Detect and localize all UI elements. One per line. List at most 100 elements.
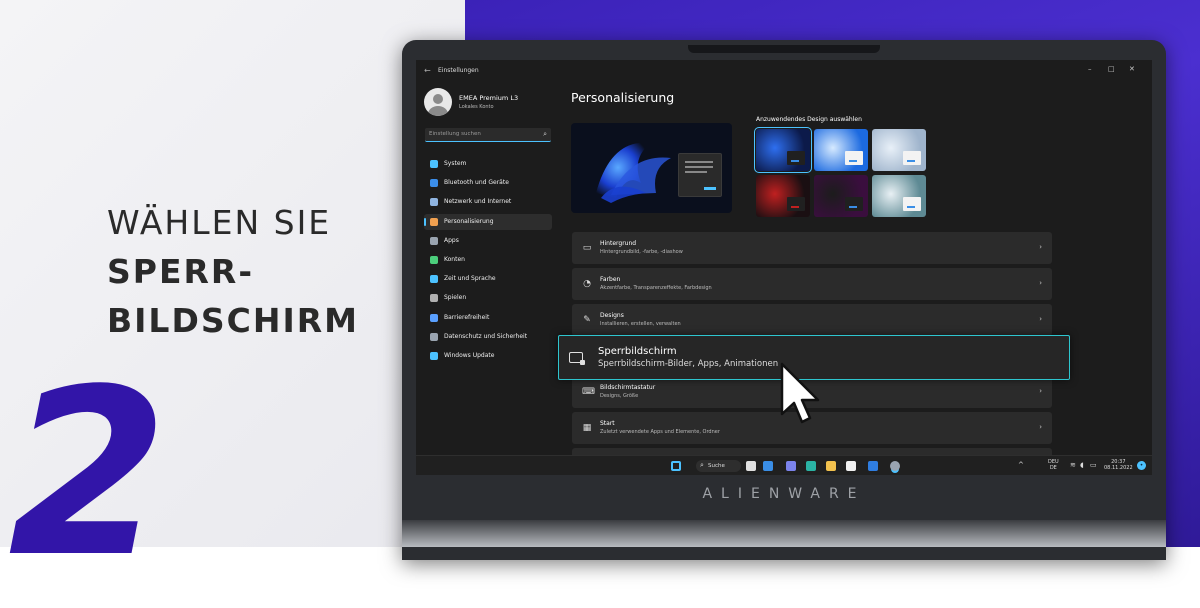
sidebar-item-netzwerk-und-internet[interactable]: Netzwerk und Internet [424, 194, 552, 210]
row-title: Bildschirmtastatur [600, 384, 656, 391]
sidebar-item-zeit-und-sprache[interactable]: Zeit und Sprache [424, 271, 552, 287]
mail-icon[interactable] [868, 461, 878, 471]
theme-bloom-light[interactable] [814, 129, 868, 171]
preview-window [678, 153, 722, 197]
task-view-icon[interactable] [746, 461, 756, 471]
sidebar-item-label: Apps [444, 236, 459, 244]
sidebar-item-windows-update[interactable]: Windows Update [424, 348, 552, 364]
sidebar-item-konten[interactable]: Konten [424, 252, 552, 268]
arrow-left-icon[interactable]: ← [424, 66, 431, 75]
close-button[interactable]: ✕ [1129, 65, 1135, 73]
mouse-cursor-icon [780, 362, 820, 424]
webcam-notch [688, 45, 880, 53]
sidebar-item-bluetooth-und-geräte[interactable]: Bluetooth und Geräte [424, 175, 552, 191]
minimize-button[interactable]: – [1088, 65, 1092, 73]
notification-icon[interactable]: • [1137, 461, 1146, 470]
settings-row-hintergrund[interactable]: ▭ Hintergrund Hintergrundbild, -farbe, -di… [572, 232, 1052, 264]
window-title: Einstellungen [438, 67, 479, 74]
sidebar-item-barrierefreiheit[interactable]: Barrierefreiheit [424, 310, 552, 326]
row-subtitle: Zuletzt verwendete Apps und Elemente, Or… [600, 429, 720, 435]
sidebar-item-datenschutz-und-sicherheit[interactable]: Datenschutz und Sicherheit [424, 329, 552, 345]
search-placeholder: Einstellung suchen [429, 131, 481, 137]
windows-start-icon[interactable] [671, 461, 681, 471]
row-subtitle: Hintergrundbild, -farbe, -diashow [600, 249, 683, 255]
headline-line-1: WÄHLEN SIE [107, 203, 332, 242]
account-type: Lokales Konto [459, 104, 494, 110]
language-line-2: DE [1049, 465, 1057, 471]
sidebar-item-label: System [444, 160, 467, 167]
chevron-right-icon: › [1039, 423, 1042, 431]
accessibility-icon [430, 313, 438, 322]
search-icon[interactable]: ⌕ [543, 130, 547, 139]
theme-flow[interactable] [814, 175, 868, 217]
step-number: 2 [8, 341, 168, 608]
sidebar-item-label: Datenschutz und Sicherheit [444, 332, 528, 340]
sperrbildschirm-title: Sperrbildschirm [598, 346, 677, 357]
theme-captured-motion[interactable] [756, 175, 810, 217]
palette-icon: ◔ [583, 279, 591, 289]
language-indicator[interactable]: DEU DE [1048, 459, 1059, 471]
person-icon [430, 255, 438, 264]
theme-sunrise[interactable] [872, 175, 926, 217]
bluetooth-icon [430, 179, 438, 188]
sidebar-item-spielen[interactable]: Spielen [424, 290, 552, 306]
theme-bloom-dark[interactable] [754, 127, 812, 173]
clock-date: 08.11.2022 [1104, 465, 1133, 471]
avatar[interactable] [424, 88, 452, 116]
sidebar-item-apps[interactable]: Apps [424, 233, 552, 249]
laptop: ← Einstellungen – □ ✕ EMEA Premium L3 Lo… [402, 40, 1166, 560]
laptop-brand: ALIENWARE [702, 486, 866, 502]
maximize-button[interactable]: □ [1108, 65, 1115, 73]
sidebar-item-label: Konten [444, 255, 465, 263]
row-subtitle: Designs, Größe [600, 393, 639, 399]
start-icon: ▦ [582, 423, 592, 433]
page-title: Personalisierung [571, 90, 675, 105]
file-explorer-icon[interactable] [826, 461, 836, 471]
sidebar-nav: System Bluetooth und Geräte Netzwerk und I… [424, 156, 552, 367]
sidebar-item-label: Barrierefreiheit [444, 313, 490, 321]
chat-icon[interactable] [786, 461, 796, 471]
theme-glow[interactable] [872, 129, 926, 171]
globe-clock-icon [430, 275, 438, 284]
brush-icon [430, 217, 438, 226]
image-icon: ▭ [582, 243, 592, 253]
row-title: Farben [600, 276, 621, 283]
keyboard-icon: ⌨ [582, 387, 595, 397]
wifi-icon[interactable]: ≋ [1070, 462, 1076, 469]
store-icon[interactable] [846, 461, 856, 471]
sidebar-item-label: Windows Update [444, 351, 495, 359]
sperrbildschirm-subtitle: Sperrbildschirm-Bilder, Apps, Animatione… [598, 359, 779, 369]
settings-row-designs[interactable]: ✎ Designs Installieren, erstellen, verwalt… [572, 304, 1052, 336]
shield-icon [430, 332, 438, 341]
volume-icon[interactable]: ◖ [1080, 462, 1084, 469]
row-subtitle: Installieren, erstellen, verwalten [600, 321, 681, 327]
edge-icon[interactable] [806, 461, 816, 471]
row-title: Hintergrund [600, 240, 637, 247]
row-title: Designs [600, 312, 624, 319]
clock[interactable]: 20:37 08.11.2022 [1104, 459, 1133, 471]
row-subtitle: Akzentfarbe, Transparenzeffekte, Farbdes… [600, 285, 712, 291]
sidebar-item-label: Zeit und Sprache [444, 275, 496, 283]
taskbar-search[interactable]: ⌕ Suche [696, 460, 741, 472]
widgets-icon[interactable] [763, 461, 773, 471]
apps-icon [430, 236, 438, 245]
theme-preview [571, 123, 732, 213]
taskbar: ⌕ Suche ^ DEU DE ≋ ◖ ▭ 20:37 08.11.2022 … [416, 455, 1152, 475]
sidebar-item-personalisierung[interactable]: Personalisierung [424, 213, 552, 230]
gamepad-icon [430, 294, 438, 303]
sidebar-item-label: Netzwerk und Internet [444, 198, 512, 206]
settings-icon[interactable] [890, 461, 900, 471]
update-icon [430, 351, 438, 360]
row-title: Start [600, 420, 615, 427]
chevron-up-icon[interactable]: ^ [1018, 462, 1024, 469]
headline: WÄHLEN SIE SPERR- BILDSCHIRM [107, 198, 359, 345]
title-bar: ← Einstellungen – □ ✕ [416, 60, 1152, 82]
monitor-icon [430, 160, 438, 168]
sidebar-item-system[interactable]: System [424, 156, 552, 172]
sidebar-item-label: Spielen [444, 294, 467, 302]
themes-title: Anzuwendendes Design auswählen [756, 116, 862, 123]
search-input[interactable]: Einstellung suchen ⌕ [425, 128, 551, 142]
settings-row-farben[interactable]: ◔ Farben Akzentfarbe, Transparenzeffekte, … [572, 268, 1052, 300]
pen-icon: ✎ [583, 315, 591, 325]
battery-icon[interactable]: ▭ [1090, 462, 1097, 469]
